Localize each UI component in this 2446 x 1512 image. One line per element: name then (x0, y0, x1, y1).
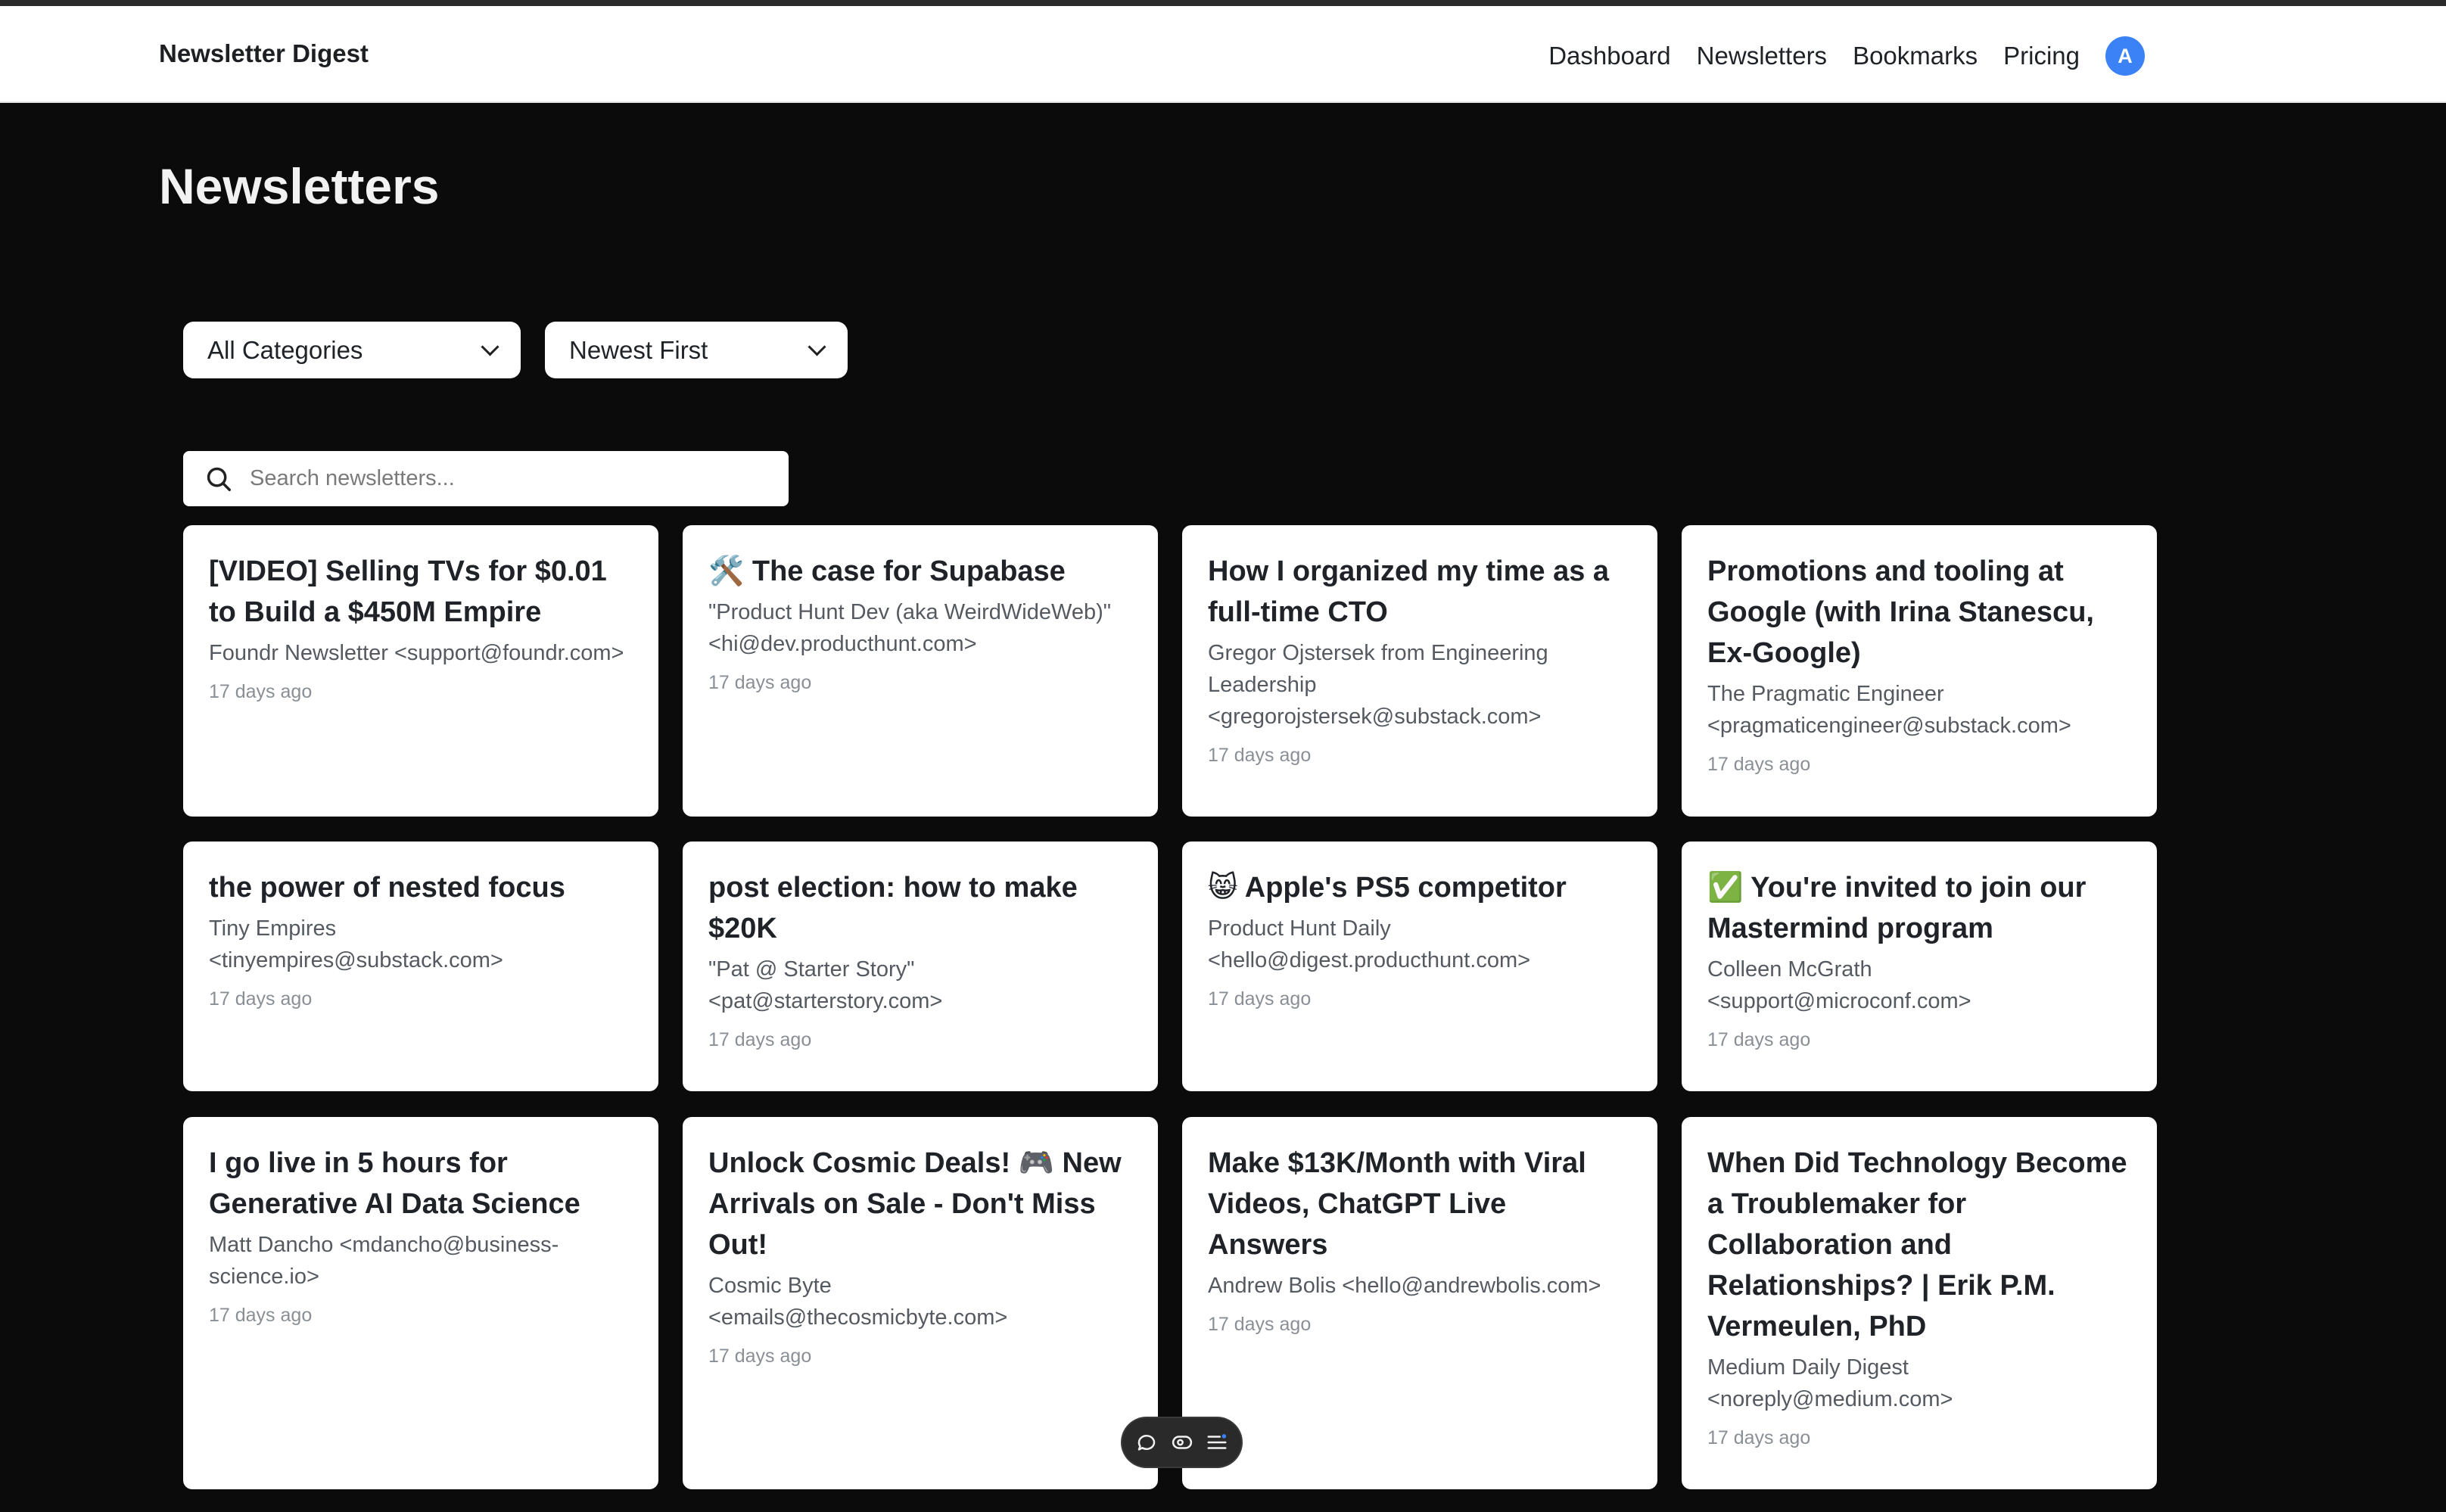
card-date: 17 days ago (1208, 1314, 1312, 1335)
card-date: 17 days ago (708, 1029, 812, 1050)
newsletter-card[interactable]: Unlock Cosmic Deals! 🎮 New Arrivals on S… (683, 1117, 1158, 1489)
card-sender: Matt Dancho <mdancho@business-science.io… (209, 1233, 559, 1289)
card-title: How I organized my time as a full-time C… (1208, 555, 1610, 628)
card-title: the power of nested focus (209, 872, 565, 904)
menu-list-icon[interactable] (1206, 1431, 1228, 1454)
card-title: Unlock Cosmic Deals! 🎮 New Arrivals on S… (708, 1147, 1122, 1261)
card-date: 17 days ago (1707, 754, 1811, 775)
newsletter-card[interactable]: When Did Technology Become a Troublemake… (1682, 1117, 2157, 1489)
nav-dashboard[interactable]: Dashboard (1548, 42, 1670, 70)
card-sender: Medium Daily Digest <noreply@medium.com> (1707, 1355, 1953, 1411)
card-title: [VIDEO] Selling TVs for $0.01 to Build a… (209, 555, 607, 628)
card-date: 17 days ago (1707, 1029, 1811, 1050)
nav-bookmarks[interactable]: Bookmarks (1853, 42, 1978, 70)
newsletter-card[interactable]: I go live in 5 hours for Generative AI D… (183, 1117, 658, 1489)
category-select-value: All Categories (207, 335, 363, 364)
eye-icon[interactable] (1171, 1431, 1193, 1454)
card-date: 17 days ago (708, 672, 812, 693)
newsletter-card[interactable]: post election: how to make $20K "Pat @ S… (683, 842, 1158, 1091)
card-title: I go live in 5 hours for Generative AI D… (209, 1147, 580, 1220)
card-date: 17 days ago (708, 1346, 812, 1367)
card-sender: Colleen McGrath <support@microconf.com> (1707, 957, 1971, 1013)
newsletter-card[interactable]: the power of nested focus Tiny Empires <… (183, 842, 658, 1091)
category-select[interactable]: All Categories (183, 322, 521, 378)
card-title: Promotions and tooling at Google (with I… (1707, 555, 2094, 669)
card-sender: Gregor Ojstersek from Engineering Leader… (1208, 641, 1548, 729)
card-sender: "Product Hunt Dev (aka WeirdWideWeb)" <h… (708, 600, 1112, 656)
card-sender: Product Hunt Daily <hello@digest.product… (1208, 916, 1531, 972)
card-title: 🛠️ The case for Supabase (708, 555, 1066, 587)
card-sender: Foundr Newsletter <support@foundr.com> (209, 641, 624, 665)
card-title: When Did Technology Become a Troublemake… (1707, 1147, 2127, 1342)
newsletter-card[interactable]: Make $13K/Month with Viral Videos, ChatG… (1182, 1117, 1657, 1489)
card-date: 17 days ago (1208, 988, 1312, 1010)
newsletter-card[interactable]: How I organized my time as a full-time C… (1182, 525, 1657, 817)
main-nav: Dashboard Newsletters Bookmarks Pricing … (1548, 36, 2145, 76)
card-date: 17 days ago (1707, 1427, 1811, 1448)
search-icon (207, 467, 231, 491)
nav-pricing[interactable]: Pricing (2003, 42, 2080, 70)
comment-icon[interactable] (1135, 1431, 1158, 1454)
card-date: 17 days ago (209, 1305, 313, 1326)
card-sender: Andrew Bolis <hello@andrewbolis.com> (1208, 1274, 1601, 1298)
card-date: 17 days ago (209, 681, 313, 702)
sort-select-value: Newest First (569, 335, 708, 364)
newsletter-card[interactable]: 😸 Apple's PS5 competitor Product Hunt Da… (1182, 842, 1657, 1091)
user-avatar[interactable]: A (2105, 36, 2145, 76)
page-title: Newsletters (159, 158, 440, 214)
brand-logo[interactable]: Newsletter Digest (159, 39, 369, 68)
search-input[interactable] (248, 465, 751, 492)
chevron-down-icon (808, 338, 826, 356)
chevron-down-icon (481, 338, 499, 356)
card-sender: Cosmic Byte <emails@thecosmicbyte.com> (708, 1274, 1008, 1330)
card-date: 17 days ago (209, 988, 313, 1010)
search-box (183, 451, 789, 506)
card-sender: "Pat @ Starter Story" <pat@starterstory.… (708, 957, 943, 1013)
top-navbar: Newsletter Digest Dashboard Newsletters … (0, 6, 2446, 103)
card-title: post election: how to make $20K (708, 872, 1078, 944)
card-title: 😸 Apple's PS5 competitor (1208, 872, 1567, 904)
newsletter-card[interactable]: Promotions and tooling at Google (with I… (1682, 525, 2157, 817)
card-title: ✅ You're invited to join our Mastermind … (1707, 872, 2087, 944)
card-date: 17 days ago (1208, 745, 1312, 766)
newsletter-card[interactable]: 🛠️ The case for Supabase "Product Hunt D… (683, 525, 1158, 817)
card-title: Make $13K/Month with Viral Videos, ChatG… (1208, 1147, 1586, 1261)
card-sender: Tiny Empires <tinyempires@substack.com> (209, 916, 503, 972)
floating-toolbar (1122, 1418, 1241, 1467)
newsletter-card[interactable]: ✅ You're invited to join our Mastermind … (1682, 842, 2157, 1091)
top-border (0, 0, 2446, 6)
sort-select[interactable]: Newest First (545, 322, 848, 378)
card-sender: The Pragmatic Engineer <pragmaticenginee… (1707, 682, 2071, 738)
nav-newsletters[interactable]: Newsletters (1697, 42, 1827, 70)
newsletter-card[interactable]: [VIDEO] Selling TVs for $0.01 to Build a… (183, 525, 658, 817)
